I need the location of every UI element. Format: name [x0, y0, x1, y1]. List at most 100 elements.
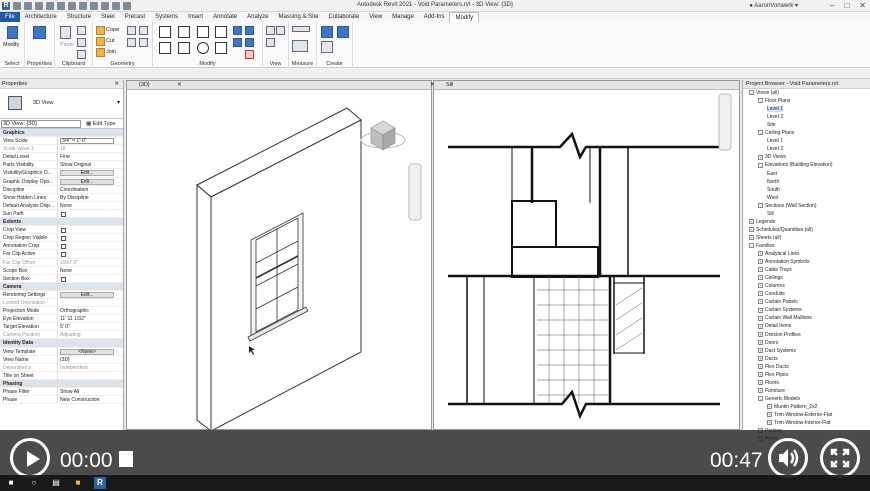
- property-value-text[interactable]: Fine: [60, 154, 70, 160]
- collapse-icon[interactable]: -: [749, 243, 754, 249]
- browser-item[interactable]: Level 1: [767, 138, 783, 144]
- paint-icon[interactable]: [139, 26, 148, 35]
- browser-item[interactable]: + Columns: [758, 283, 785, 289]
- browser-item[interactable]: + Conduits: [758, 291, 785, 297]
- group-label-select[interactable]: Select: [0, 61, 24, 67]
- expand-icon[interactable]: +: [758, 299, 763, 305]
- expand-icon[interactable]: +: [749, 235, 754, 241]
- group-label-geometry[interactable]: Geometry: [93, 61, 152, 67]
- property-value-text[interactable]: Orthographic: [60, 308, 89, 314]
- expand-icon[interactable]: +: [758, 154, 763, 160]
- group-label-measure[interactable]: Measure: [289, 61, 316, 67]
- property-checkbox[interactable]: [61, 211, 66, 217]
- split-icon[interactable]: [233, 26, 242, 35]
- expand-icon[interactable]: +: [749, 227, 754, 233]
- expand-icon[interactable]: +: [758, 259, 763, 265]
- edit-button[interactable]: <None>: [60, 348, 114, 355]
- expand-icon[interactable]: +: [758, 283, 763, 289]
- expand-icon[interactable]: +: [758, 275, 763, 281]
- expand-icon[interactable]: +: [758, 291, 763, 297]
- property-value-text[interactable]: Coordination: [60, 187, 88, 193]
- group-label-properties[interactable]: Properties: [25, 61, 54, 67]
- paste-label[interactable]: Paste: [60, 42, 74, 48]
- group-label-view[interactable]: View: [263, 61, 288, 67]
- copy-clipboard-icon[interactable]: [77, 38, 86, 47]
- tab-structure[interactable]: Structure: [62, 12, 96, 22]
- group-label-create[interactable]: Create: [317, 61, 352, 67]
- property-category[interactable]: Phasing: [0, 379, 123, 388]
- property-input[interactable]: 3/4" = 1'-0": [60, 138, 114, 145]
- edit-button[interactable]: Edit...: [60, 170, 114, 177]
- expand-icon[interactable]: +: [758, 331, 763, 337]
- browser-item[interactable]: - Ceiling Plans: [758, 130, 794, 136]
- expand-icon[interactable]: +: [758, 323, 763, 329]
- browser-item[interactable]: + Doors: [758, 340, 778, 346]
- fullscreen-button[interactable]: [820, 438, 860, 478]
- property-checkbox[interactable]: [61, 236, 66, 242]
- browser-item[interactable]: South: [767, 187, 780, 193]
- browser-item[interactable]: + Flex Ducts: [758, 364, 789, 370]
- split-face-icon[interactable]: [127, 26, 136, 35]
- browser-item[interactable]: + Annotation Symbols: [758, 259, 809, 265]
- collapse-icon[interactable]: -: [749, 90, 754, 96]
- browser-item[interactable]: +3D Views: [758, 154, 786, 160]
- tab-insert[interactable]: Insert: [183, 12, 208, 22]
- expand-icon[interactable]: +: [758, 267, 763, 273]
- view-tab-3d[interactable]: {3D} ✕: [127, 81, 431, 90]
- expand-icon[interactable]: +: [758, 307, 763, 313]
- property-checkbox[interactable]: [61, 244, 66, 250]
- browser-item[interactable]: Site: [767, 122, 776, 128]
- move-icon[interactable]: [159, 42, 171, 54]
- tab-analyze[interactable]: Analyze: [242, 12, 273, 22]
- browser-item[interactable]: - Generic Models: [758, 396, 800, 402]
- collapse-icon[interactable]: -: [758, 202, 763, 208]
- 3d-model-canvas[interactable]: [127, 90, 431, 430]
- close-icon[interactable]: ✕: [177, 81, 182, 90]
- join-icon[interactable]: [96, 48, 105, 57]
- browser-item[interactable]: + Division Profiles: [758, 332, 801, 338]
- group-label-clipboard[interactable]: Clipboard: [55, 61, 92, 67]
- tab-precast[interactable]: Precast: [120, 12, 150, 22]
- browser-item[interactable]: + Curtain Systems: [758, 307, 802, 313]
- tab-modify[interactable]: Modify: [449, 11, 480, 23]
- volume-button[interactable]: [768, 438, 808, 478]
- browser-item[interactable]: + Legends: [749, 219, 775, 225]
- close-icon[interactable]: ✕: [114, 80, 119, 89]
- browser-item[interactable]: Level 2: [767, 146, 783, 152]
- 3d-view-window[interactable]: {3D} ✕: [126, 80, 432, 430]
- trim-icon[interactable]: [215, 42, 227, 54]
- create-group-icon[interactable]: [321, 41, 333, 53]
- collapse-icon[interactable]: -: [758, 396, 763, 402]
- browser-item[interactable]: Sill: [767, 211, 774, 217]
- join-label[interactable]: Join: [106, 49, 116, 55]
- mirror-axis-icon[interactable]: [197, 26, 209, 38]
- expand-icon[interactable]: +: [758, 379, 763, 385]
- linework-icon[interactable]: [266, 38, 275, 47]
- match-properties-icon[interactable]: [77, 50, 86, 59]
- demolish-icon[interactable]: [139, 38, 148, 47]
- array-icon[interactable]: [245, 26, 254, 35]
- instance-selector[interactable]: 3D View: {3D}: [1, 120, 81, 128]
- file-explorer-icon[interactable]: ■: [72, 477, 84, 489]
- close-icon[interactable]: ✕: [859, 1, 866, 10]
- browser-item[interactable]: + Sheets (all): [749, 235, 781, 241]
- create-assembly-icon[interactable]: [321, 26, 333, 38]
- expand-icon[interactable]: +: [767, 404, 772, 410]
- expand-icon[interactable]: +: [758, 251, 763, 257]
- restore-icon[interactable]: □: [844, 1, 849, 10]
- wall-joins-icon[interactable]: [127, 38, 136, 47]
- tab-manage[interactable]: Manage: [387, 12, 419, 22]
- tab-annotate[interactable]: Annotate: [208, 12, 242, 22]
- expand-icon[interactable]: +: [749, 218, 754, 224]
- property-value-text[interactable]: 5' 0": [60, 324, 70, 330]
- sill-section-window[interactable]: Sill ✕: [430, 80, 740, 430]
- expand-icon[interactable]: +: [767, 420, 772, 426]
- play-button[interactable]: [10, 438, 50, 478]
- override-icon[interactable]: [276, 26, 285, 35]
- browser-item[interactable]: + Cable Trays: [758, 267, 792, 273]
- revit-taskbar-icon[interactable]: R: [94, 477, 106, 489]
- paste-icon[interactable]: [60, 26, 71, 39]
- tab-architecture[interactable]: Architecture: [20, 12, 62, 22]
- tab-add-ins[interactable]: Add-Ins: [419, 12, 450, 22]
- browser-item[interactable]: Level 1: [767, 106, 784, 113]
